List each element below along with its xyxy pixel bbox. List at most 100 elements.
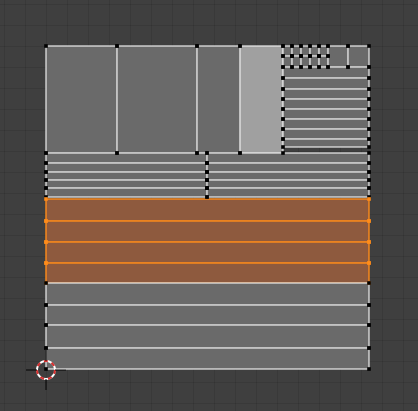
uv-vertex[interactable] [44,186,48,190]
uv-face[interactable] [45,324,370,349]
uv-vertex[interactable] [367,151,371,155]
uv-vertex[interactable] [367,107,371,111]
selected-uv-vertex[interactable] [44,197,48,201]
uv-face[interactable] [45,347,370,370]
uv-face[interactable] [45,304,370,326]
uv-vertex[interactable] [367,161,371,165]
uv-vertex[interactable] [44,303,48,307]
uv-vertex[interactable] [205,186,209,190]
selected-uv-vertex[interactable] [44,261,48,265]
uv-vertex[interactable] [367,117,371,121]
uv-vertex[interactable] [367,170,371,174]
uv-face[interactable] [282,77,370,90]
uv-vertex[interactable] [326,54,330,58]
uv-face[interactable] [45,45,118,154]
uv-vertex[interactable] [195,44,199,48]
uv-face[interactable] [282,108,370,120]
uv-vertex[interactable] [317,65,321,69]
uv-vertex[interactable] [115,44,119,48]
uv-face[interactable] [45,152,208,164]
uv-face[interactable] [282,118,370,130]
uv-vertex[interactable] [205,161,209,165]
uv-vertex[interactable] [367,127,371,131]
uv-vertex[interactable] [290,54,294,58]
uv-face[interactable] [45,187,208,198]
uv-vertex[interactable] [367,76,371,80]
uv-face-highlighted[interactable] [239,45,284,154]
uv-vertex[interactable] [290,65,294,69]
uv-vertex[interactable] [299,65,303,69]
uv-face[interactable] [282,98,370,110]
uv-vertex[interactable] [367,281,371,285]
uv-vertex[interactable] [367,323,371,327]
uv-vertex[interactable] [367,367,371,371]
selected-uv-vertex[interactable] [367,219,371,223]
uv-vertex[interactable] [367,65,371,69]
uv-vertex[interactable] [367,186,371,190]
uv-vertex[interactable] [205,195,209,199]
uv-vertex[interactable] [281,44,285,48]
uv-vertex[interactable] [308,65,312,69]
uv-map-canvas[interactable] [0,0,418,411]
uv-vertex[interactable] [290,44,294,48]
uv-vertex[interactable] [281,151,285,155]
uv-islands[interactable] [45,45,370,370]
uv-editor-viewport[interactable] [0,0,418,411]
uv-face[interactable] [196,45,241,154]
uv-vertex[interactable] [44,44,48,48]
uv-vertex[interactable] [326,65,330,69]
uv-face[interactable] [116,45,198,154]
selected-uv-vertex[interactable] [44,219,48,223]
uv-vertex[interactable] [281,117,285,121]
uv-vertex[interactable] [281,145,285,149]
uv-face[interactable] [206,171,370,181]
uv-face[interactable] [282,88,370,100]
uv-vertex[interactable] [367,303,371,307]
uv-face[interactable] [45,179,208,189]
uv-face[interactable] [282,128,370,140]
uv-vertex[interactable] [115,151,119,155]
uv-face[interactable] [282,138,370,148]
uv-vertex[interactable] [346,65,350,69]
uv-face-selected[interactable] [45,262,370,284]
uv-face[interactable] [206,162,370,173]
uv-vertex[interactable] [44,170,48,174]
uv-vertex[interactable] [299,44,303,48]
uv-vertex[interactable] [44,161,48,165]
uv-face[interactable] [45,282,370,306]
uv-vertex[interactable] [281,65,285,69]
uv-vertex[interactable] [44,178,48,182]
uv-face-selected[interactable] [45,198,370,222]
uv-vertex[interactable] [367,145,371,149]
uv-vertex[interactable] [44,367,48,371]
uv-vertex[interactable] [281,137,285,141]
uv-vertex[interactable] [281,76,285,80]
uv-vertex[interactable] [367,87,371,91]
uv-vertex[interactable] [44,323,48,327]
uv-vertex[interactable] [367,346,371,350]
uv-vertex[interactable] [205,170,209,174]
uv-face[interactable] [206,152,370,164]
uv-vertex[interactable] [281,107,285,111]
uv-vertex[interactable] [299,54,303,58]
uv-face[interactable] [45,171,208,181]
selected-uv-vertex[interactable] [367,197,371,201]
selected-uv-vertex[interactable] [367,261,371,265]
selected-uv-vertex[interactable] [367,240,371,244]
uv-face[interactable] [327,45,349,68]
uv-vertex[interactable] [44,346,48,350]
uv-vertex[interactable] [326,44,330,48]
uv-vertex[interactable] [195,151,199,155]
uv-vertex[interactable] [44,151,48,155]
uv-vertex[interactable] [44,281,48,285]
uv-face[interactable] [347,45,370,68]
uv-face[interactable] [206,187,370,198]
uv-vertex[interactable] [367,178,371,182]
uv-face[interactable] [282,66,370,79]
uv-face-selected[interactable] [45,220,370,243]
uv-vertex[interactable] [281,54,285,58]
uv-vertex[interactable] [308,54,312,58]
uv-vertex[interactable] [367,137,371,141]
uv-face-selected[interactable] [45,241,370,264]
selected-uv-vertex[interactable] [44,240,48,244]
